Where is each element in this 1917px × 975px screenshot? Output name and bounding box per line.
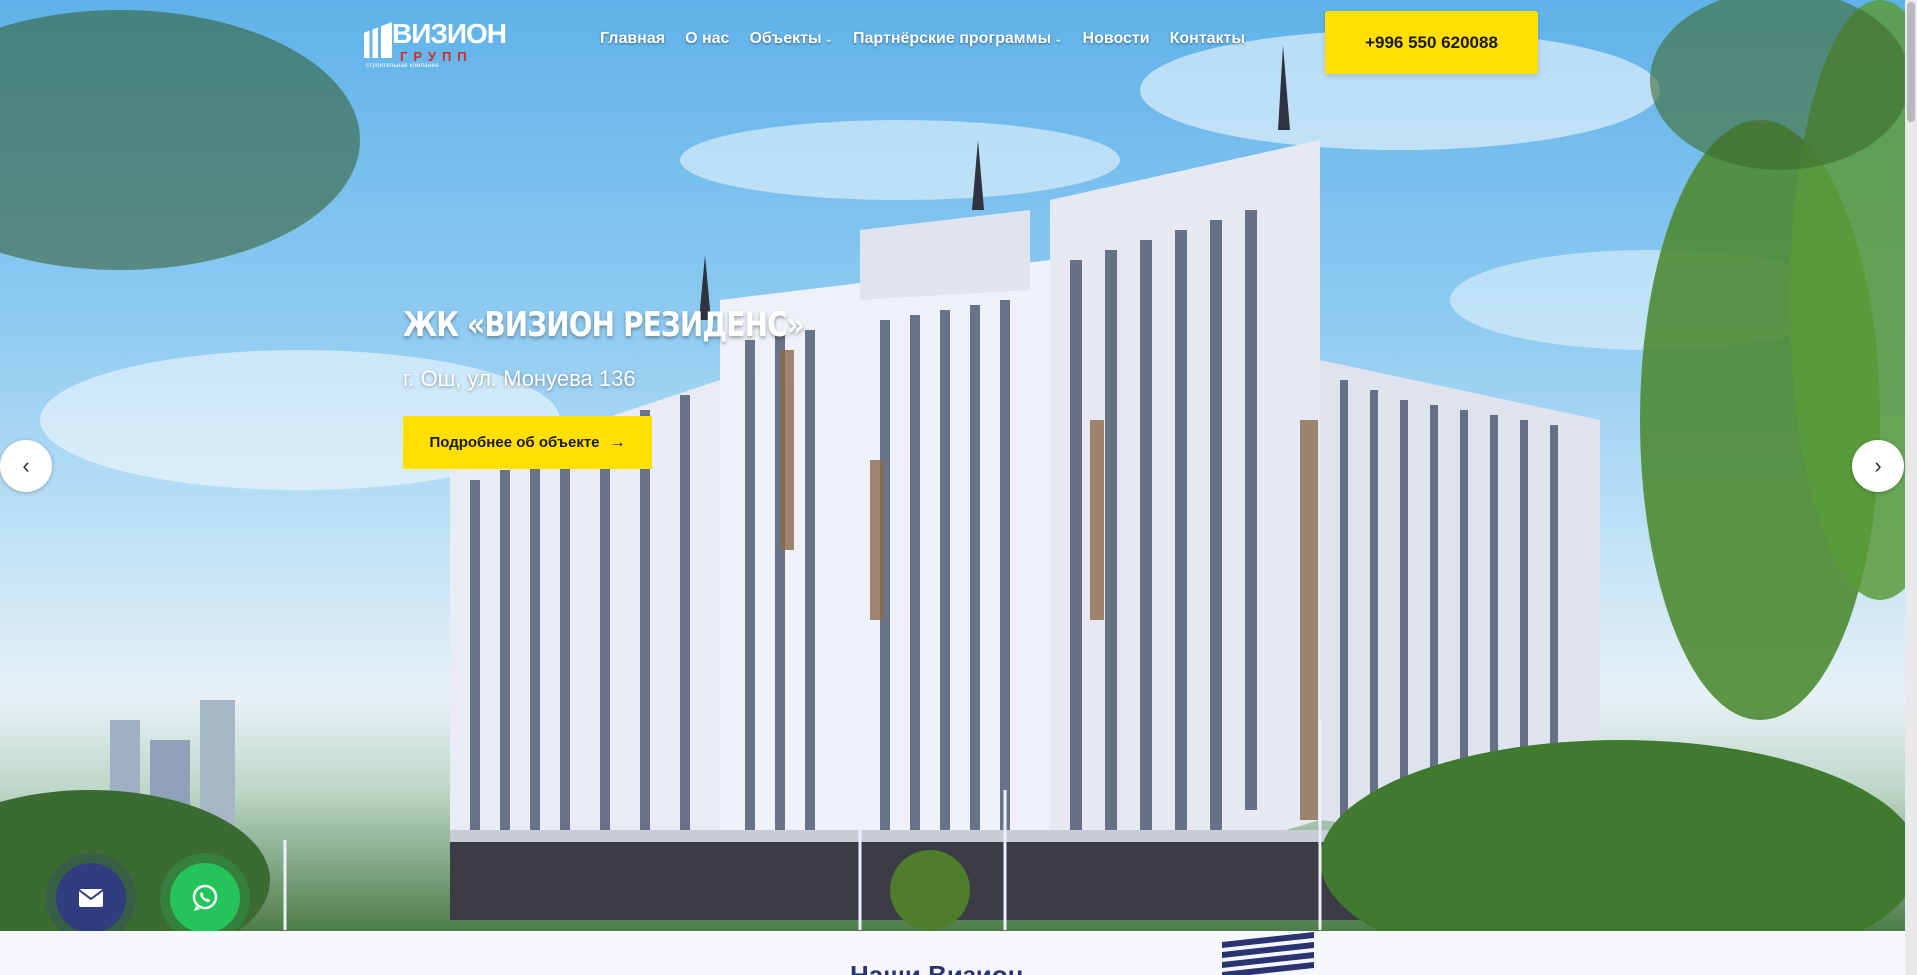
page-scrollbar[interactable] — [1905, 0, 1917, 975]
nav-label: Главная — [600, 30, 666, 47]
nav-item-about[interactable]: О нас — [685, 30, 729, 48]
company-logo-mark-icon — [1222, 932, 1314, 975]
phone-button[interactable]: +996 550 620088 — [1325, 11, 1538, 74]
hero-background-image — [0, 0, 1905, 931]
nav-item-partner-programs[interactable]: Партнёрские программы ⌄ — [853, 30, 1063, 48]
envelope-icon — [78, 889, 104, 907]
nav-label: Новости — [1082, 30, 1150, 47]
scrollbar-thumb[interactable] — [1907, 2, 1915, 122]
nav-item-home[interactable]: Главная — [600, 30, 665, 48]
logo-tagline: строительная компания — [366, 63, 439, 69]
whatsapp-icon — [192, 884, 218, 911]
nav-item-news[interactable]: Новости — [1083, 30, 1150, 48]
hero-address: г. Ош, ул. Монуева 136 — [403, 366, 636, 391]
details-button[interactable]: Подробнее об объекте → — [403, 416, 652, 469]
nav-label: Контакты — [1169, 30, 1246, 47]
logo-sub: ГРУПП — [400, 49, 473, 64]
slider-prev-button[interactable]: ‹ — [0, 440, 52, 492]
nav-label: Партнёрские программы — [853, 30, 1052, 47]
nav-label: Объекты — [749, 30, 822, 47]
email-contact-button[interactable] — [56, 863, 126, 933]
nav-item-objects[interactable]: Объекты ⌄ — [749, 30, 833, 48]
nav-item-contacts[interactable]: Контакты — [1170, 30, 1245, 48]
chevron-left-icon: ‹ — [22, 453, 30, 478]
company-logo[interactable]: ВИЗИОН ГРУПП строительная компания — [364, 18, 507, 69]
slider-next-button[interactable]: › — [1852, 440, 1904, 492]
hero-slide — [0, 0, 1905, 931]
hero-title: ЖК «ВИЗИОН РЕЗИДЕНС» — [403, 305, 805, 345]
chevron-down-icon: ⌄ — [1054, 33, 1063, 45]
chevron-right-icon: › — [1874, 453, 1882, 478]
main-nav: Главная О нас Объекты ⌄ Партнёрские прогр… — [600, 30, 1265, 48]
chevron-down-icon: ⌄ — [824, 33, 834, 45]
whatsapp-button[interactable] — [170, 863, 240, 933]
arrow-right-icon: → — [609, 433, 626, 451]
details-button-label: Подробнее об объекте — [429, 434, 600, 451]
logo-mark-icon — [364, 22, 392, 58]
section-heading: Наши Визион — [850, 960, 1024, 975]
nav-label: О нас — [685, 30, 730, 47]
logo-name: ВИЗИОН — [392, 18, 507, 49]
